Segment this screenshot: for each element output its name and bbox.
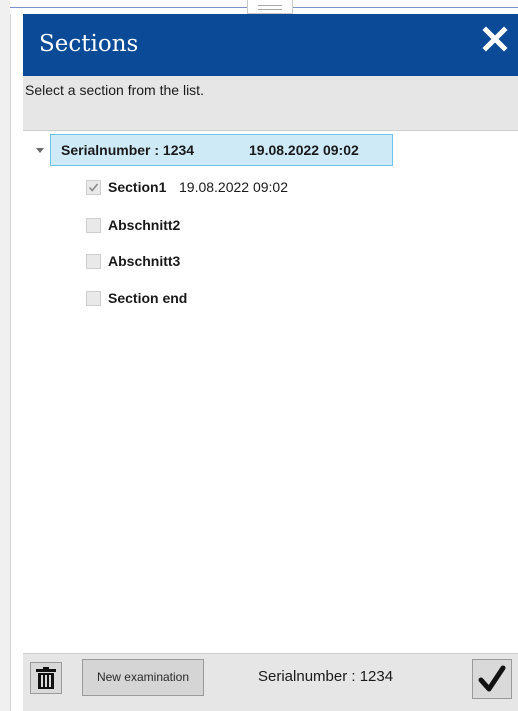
- root-serial-label: Serialnumber : 1234: [61, 142, 195, 158]
- trash-icon: [36, 667, 56, 689]
- section-date: 19.08.2022 09:02: [179, 179, 288, 195]
- left-window-edge: [0, 0, 11, 711]
- instruction-text: Select a section from the list.: [23, 76, 518, 131]
- section-label: Abschnitt2: [108, 217, 181, 233]
- check-icon: [88, 183, 99, 192]
- expand-triangle-icon[interactable]: [35, 145, 45, 155]
- title-bar: Sections: [23, 14, 518, 76]
- tree-root-node[interactable]: Serialnumber : 1234 19.08.2022 09:02: [50, 134, 393, 166]
- section-label: Section1: [108, 179, 167, 195]
- section-end-checkbox[interactable]: [86, 291, 101, 306]
- bottom-toolbar: New examination Serialnumber : 1234: [23, 653, 518, 711]
- root-date-label: 19.08.2022 09:02: [249, 142, 359, 158]
- delete-button[interactable]: [30, 662, 62, 694]
- section-tree: Serialnumber : 1234 19.08.2022 09:02 Sec…: [23, 131, 518, 653]
- dialog-title: Sections: [39, 31, 139, 57]
- drag-handle[interactable]: [247, 0, 293, 14]
- close-button[interactable]: [482, 26, 508, 52]
- new-examination-button[interactable]: New examination: [82, 659, 204, 696]
- section1-checkbox[interactable]: [86, 180, 101, 195]
- confirm-button[interactable]: [472, 659, 512, 699]
- tree-root-row[interactable]: Serialnumber : 1234 19.08.2022 09:02: [31, 134, 405, 166]
- checkmark-icon: [478, 665, 506, 692]
- abschnitt2-checkbox[interactable]: [86, 218, 101, 233]
- section-label: Abschnitt3: [108, 253, 181, 269]
- abschnitt3-checkbox[interactable]: [86, 254, 101, 269]
- close-icon: [482, 26, 508, 52]
- footer-serial-label: Serialnumber : 1234: [258, 668, 394, 685]
- section-label: Section end: [108, 290, 188, 306]
